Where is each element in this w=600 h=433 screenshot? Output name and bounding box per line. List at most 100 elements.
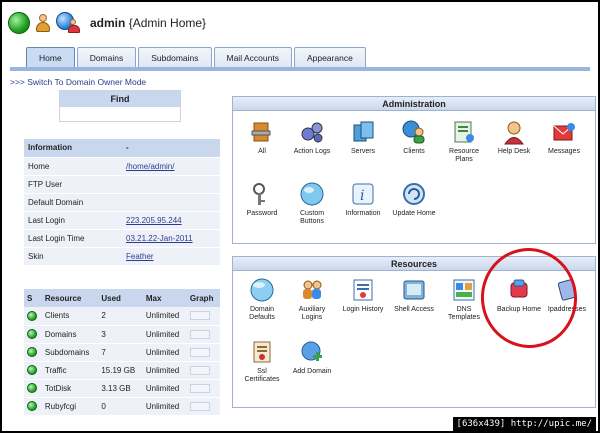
item-label: Ssl Certificates (244, 368, 280, 383)
item-label: Password (246, 210, 278, 217)
user-icon[interactable] (34, 13, 52, 33)
admin-item-servers[interactable]: Servers (341, 119, 385, 156)
tab-home[interactable]: Home (26, 47, 75, 68)
tab-subdomains[interactable]: Subdomains (138, 47, 212, 68)
update-home-icon (401, 181, 427, 207)
admin-item-resource-plans[interactable]: Resource Plans (442, 119, 486, 164)
item-label: All (258, 148, 266, 155)
usage-graph (189, 311, 210, 321)
info-label: Skin (24, 247, 122, 266)
admin-item-password[interactable]: Password (240, 181, 284, 218)
tab-domains[interactable]: Domains (76, 47, 137, 68)
table-row: TotDisk 3.13 GB Unlimited (24, 379, 220, 398)
resource-used: 7 (98, 343, 143, 362)
resource-used: 3.13 GB (98, 379, 143, 398)
username: admin (90, 16, 126, 30)
usage-graph (189, 365, 210, 375)
resource-item-add-domain[interactable]: Add Domain (290, 339, 334, 376)
resource-used: 2 (98, 307, 143, 326)
watermark: [636x439] http://upic.me/ (452, 417, 596, 431)
resource-max: Unlimited (142, 397, 187, 416)
info-label: Home (24, 157, 122, 176)
servers-icon (350, 119, 376, 145)
add-domain-icon (299, 339, 325, 365)
key-icon (249, 181, 275, 207)
admin-item-clients[interactable]: Clients (392, 119, 436, 156)
login-history-icon (350, 277, 376, 303)
table-row: Subdomains 7 Unlimited (24, 343, 220, 362)
page-frame: admin {Admin Home} Home Domains Subdomai… (0, 0, 600, 433)
tab-underline (10, 67, 590, 71)
usage-graph (189, 383, 210, 393)
header-bar: admin {Admin Home} (8, 8, 206, 38)
domain-defaults-icon (249, 277, 275, 303)
admin-item-all[interactable]: All (240, 119, 284, 156)
resource-item-shell-access[interactable]: Shell Access (392, 277, 436, 314)
status-dot-icon (27, 401, 37, 411)
last-login-time-link[interactable]: 03.21.22-Jan-2011 (126, 234, 193, 243)
switch-mode-link[interactable]: >>> Switch To Domain Owner Mode (10, 77, 146, 87)
info-value (122, 175, 220, 194)
admin-item-messages[interactable]: Messages (542, 119, 586, 156)
context-label: {Admin Home} (128, 16, 207, 30)
resource-used: 0 (98, 397, 143, 416)
administration-title: Administration (233, 97, 595, 111)
status-globe-icon[interactable] (8, 12, 30, 34)
information-table: Information - Home/home/admin/ FTP User … (24, 139, 220, 266)
last-login-link[interactable]: 223.205.95.244 (126, 216, 182, 225)
status-dot-icon (27, 310, 37, 321)
information-icon: i (350, 181, 376, 207)
admin-item-information[interactable]: i Information (341, 181, 385, 218)
auxiliary-logins-icon (299, 277, 325, 303)
table-row: Traffic 15.19 GB Unlimited (24, 361, 220, 380)
resource-name: Domains (41, 325, 99, 344)
home-path-link[interactable]: /home/admin/ (126, 162, 174, 171)
admin-item-update-home[interactable]: Update Home (392, 181, 436, 218)
resource-max: Unlimited (142, 343, 187, 362)
col-max: Max (142, 289, 187, 307)
information-header-value: - (122, 139, 220, 158)
item-label: Shell Access (394, 306, 434, 313)
col-graph: Graph (186, 289, 220, 307)
messages-icon (551, 119, 577, 145)
status-dot-icon (27, 383, 37, 393)
resource-name: Clients (41, 307, 99, 326)
find-input[interactable] (60, 107, 180, 121)
resource-used: 15.19 GB (98, 361, 143, 380)
resource-max: Unlimited (142, 307, 187, 326)
item-label: Auxiliary Logins (298, 306, 326, 321)
information-header: Information (24, 139, 122, 158)
custom-buttons-icon (299, 181, 325, 207)
status-dot-icon (27, 365, 37, 375)
resource-name: TotDisk (41, 379, 99, 398)
admin-item-custom-buttons[interactable]: Custom Buttons (290, 181, 334, 226)
item-label: Domain Defaults (249, 306, 275, 321)
page-title: admin {Admin Home} (90, 16, 206, 30)
admin-item-action-logs[interactable]: Action Logs (290, 119, 334, 156)
tab-appearance[interactable]: Appearance (293, 47, 366, 68)
tab-mail-accounts[interactable]: Mail Accounts (213, 47, 292, 68)
tab-bar: Home Domains Subdomains Mail Accounts Ap… (26, 47, 366, 68)
help-desk-icon (501, 119, 527, 145)
admin-item-help-desk[interactable]: Help Desk (492, 119, 536, 156)
col-status: S (24, 289, 42, 307)
resource-name: Subdomains (41, 343, 99, 362)
resource-name: Traffic (41, 361, 99, 380)
table-row: Rubyfcgi 0 Unlimited (24, 397, 220, 416)
info-label: Default Domain (24, 193, 122, 212)
tools-icon (249, 119, 275, 145)
resource-plans-icon (451, 119, 477, 145)
resource-item-domain-defaults[interactable]: Domain Defaults (240, 277, 284, 322)
info-label: Last Login (24, 211, 122, 230)
find-title: Find (60, 91, 180, 107)
resource-max: Unlimited (142, 325, 187, 344)
resource-item-ssl-certificates[interactable]: Ssl Certificates (240, 339, 284, 384)
item-label: Messages (548, 148, 580, 155)
skin-link[interactable]: Feather (126, 252, 154, 261)
resource-item-dns-templates[interactable]: DNS Templates (442, 277, 486, 322)
users-globe-icon[interactable] (56, 12, 82, 34)
usage-graph (189, 401, 210, 411)
clients-icon (401, 119, 427, 145)
resource-item-login-history[interactable]: Login History (341, 277, 385, 314)
resource-item-auxiliary-logins[interactable]: Auxiliary Logins (290, 277, 334, 322)
